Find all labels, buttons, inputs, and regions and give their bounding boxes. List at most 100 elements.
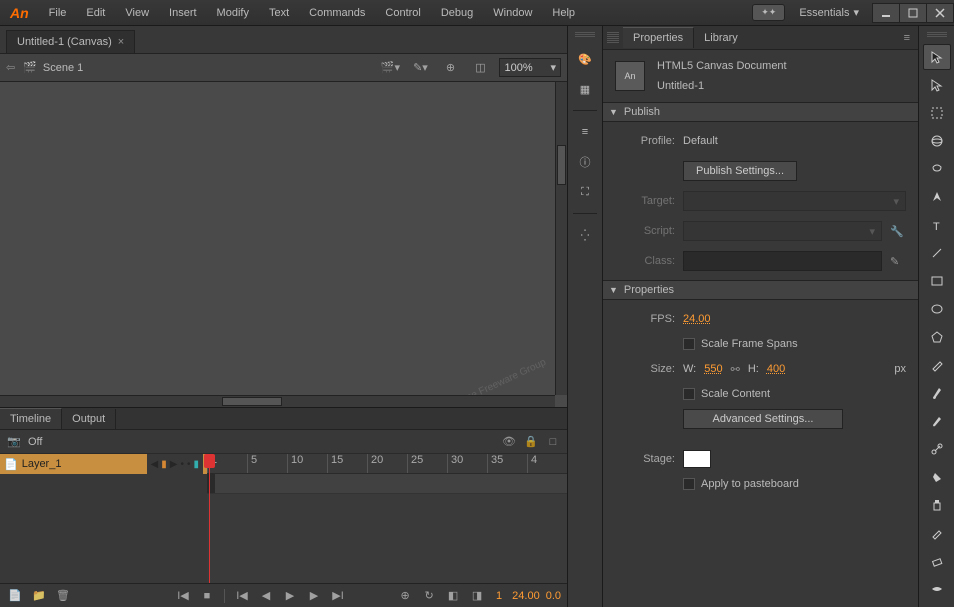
clip-content-icon[interactable]: ◫ <box>469 58 491 78</box>
play-icon[interactable]: ▶ <box>281 587 299 605</box>
chevron-down-icon[interactable]: ▾ <box>550 61 556 74</box>
menu-modify[interactable]: Modify <box>207 0 259 26</box>
next-frame-icon[interactable]: ▶ <box>305 587 323 605</box>
loop-icon[interactable]: ↻ <box>420 587 438 605</box>
center-stage-icon[interactable]: ⊕ <box>439 58 461 78</box>
delete-layer-icon[interactable]: 🗑 <box>54 587 72 605</box>
link-icon[interactable]: ⚯ <box>731 363 740 376</box>
scale-content-checkbox[interactable] <box>683 388 695 400</box>
layer-row[interactable]: 📄 Layer_1 ◀ ▮ ▶ • • ▮ <box>0 454 207 474</box>
lock-icon[interactable]: 🔒 <box>523 435 539 448</box>
swatches-panel-icon[interactable]: ▦ <box>571 76 599 102</box>
line-tool[interactable] <box>923 240 951 266</box>
scale-frame-spans-checkbox[interactable] <box>683 338 695 350</box>
frame-ruler[interactable]: 1 5 10 15 20 25 30 35 4 <box>207 454 567 474</box>
outline-icon[interactable]: □ <box>545 436 561 448</box>
onion-skin-icon[interactable]: ◧ <box>444 587 462 605</box>
prev-icon[interactable]: ◀ <box>151 459 159 470</box>
stage-color-swatch[interactable] <box>683 450 711 468</box>
info-panel-icon[interactable]: ⓘ <box>571 149 599 175</box>
paint-brush-tool[interactable] <box>923 408 951 434</box>
sync-button[interactable]: ✦✦ <box>752 4 785 21</box>
frame-grid[interactable]: 1s 1 5 10 15 20 25 30 35 4 <box>207 454 567 583</box>
last-frame-icon[interactable]: ▶I <box>329 587 347 605</box>
back-icon[interactable]: ⇦ <box>6 61 15 74</box>
ink-bottle-tool[interactable] <box>923 492 951 518</box>
stop-icon[interactable]: ■ <box>198 587 216 605</box>
advanced-settings-button[interactable]: Advanced Settings... <box>683 409 843 429</box>
text-tool[interactable]: T <box>923 212 951 238</box>
document-tab[interactable]: Untitled-1 (Canvas) × <box>6 30 135 53</box>
menu-insert[interactable]: Insert <box>159 0 207 26</box>
grip-icon[interactable] <box>575 32 595 38</box>
scene-crumb[interactable]: 🎬 Scene 1 <box>23 61 83 74</box>
oval-tool[interactable] <box>923 296 951 322</box>
frame-row[interactable] <box>207 474 567 494</box>
pencil-tool[interactable] <box>923 352 951 378</box>
menu-control[interactable]: Control <box>375 0 430 26</box>
minimize-button[interactable] <box>872 3 900 23</box>
fps-value[interactable]: 24.00 <box>683 313 711 325</box>
pen-tool[interactable] <box>923 184 951 210</box>
goto-first-icon[interactable]: I◀ <box>174 587 192 605</box>
dot-icon[interactable]: • <box>187 459 191 470</box>
next-icon[interactable]: ▶ <box>170 459 178 470</box>
playhead[interactable] <box>209 454 210 583</box>
menu-help[interactable]: Help <box>542 0 585 26</box>
edit-scene-icon[interactable]: 🎬▾ <box>379 58 401 78</box>
align-panel-icon[interactable]: ≡ <box>571 119 599 145</box>
maximize-button[interactable] <box>899 3 927 23</box>
scrollbar-horizontal[interactable] <box>0 395 555 407</box>
panel-menu-icon[interactable]: ≡ <box>896 32 918 44</box>
menu-debug[interactable]: Debug <box>431 0 483 26</box>
new-folder-icon[interactable]: 📁 <box>30 587 48 605</box>
tab-output[interactable]: Output <box>62 409 116 429</box>
selection-tool[interactable] <box>923 44 951 70</box>
fps-display[interactable]: 24.00 <box>512 590 540 602</box>
publish-settings-button[interactable]: Publish Settings... <box>683 161 797 181</box>
section-properties-header[interactable]: ▼ Properties <box>603 280 918 300</box>
height-value[interactable]: 400 <box>767 363 785 375</box>
scrollbar-vertical[interactable] <box>555 82 567 395</box>
outline-color-icon[interactable]: ▮ <box>193 459 199 470</box>
menu-window[interactable]: Window <box>483 0 542 26</box>
rectangle-tool[interactable] <box>923 268 951 294</box>
tab-properties[interactable]: Properties <box>623 27 694 48</box>
prev-frame-icon[interactable]: ◀ <box>257 587 275 605</box>
components-panel-icon[interactable]: ⁛ <box>571 222 599 248</box>
toggle-icon[interactable]: ▮ <box>161 459 167 470</box>
transform-panel-icon[interactable]: ⛶ <box>571 179 599 205</box>
polystar-tool[interactable] <box>923 324 951 350</box>
class-input[interactable] <box>683 251 882 271</box>
tab-library[interactable]: Library <box>694 28 748 48</box>
3d-rotation-tool[interactable] <box>923 128 951 154</box>
menu-view[interactable]: View <box>115 0 159 26</box>
layer-name[interactable]: Layer_1 <box>22 458 143 470</box>
apply-pasteboard-checkbox[interactable] <box>683 478 695 490</box>
grip-icon[interactable] <box>927 32 947 38</box>
new-layer-icon[interactable]: 📄 <box>6 587 24 605</box>
section-publish-header[interactable]: ▼ Publish <box>603 102 918 122</box>
stage-canvas[interactable]: AppNee Freeware Group <box>0 82 567 407</box>
eraser-tool[interactable] <box>923 548 951 574</box>
center-frame-icon[interactable]: ⊕ <box>396 587 414 605</box>
eye-icon[interactable]: 👁 <box>501 435 517 448</box>
color-panel-icon[interactable]: 🎨 <box>571 46 599 72</box>
free-transform-tool[interactable] <box>923 100 951 126</box>
edit-symbols-icon[interactable]: ✎▾ <box>409 58 431 78</box>
first-frame-icon[interactable]: I◀ <box>233 587 251 605</box>
edit-icon[interactable]: ✎ <box>890 255 906 268</box>
workspace-switcher[interactable]: Essentials ▾ <box>791 6 867 19</box>
menu-file[interactable]: File <box>39 0 77 26</box>
onion-outline-icon[interactable]: ◨ <box>468 587 486 605</box>
paint-bucket-tool[interactable] <box>923 464 951 490</box>
zoom-control[interactable]: ▾ <box>499 58 561 77</box>
bone-tool[interactable] <box>923 436 951 462</box>
width-value[interactable]: 550 <box>704 363 722 375</box>
wrench-icon[interactable]: 🔧 <box>890 225 906 238</box>
menu-text[interactable]: Text <box>259 0 299 26</box>
camera-icon[interactable]: 📷 <box>6 435 22 448</box>
zoom-input[interactable] <box>504 62 546 74</box>
current-frame[interactable]: 1 <box>492 590 506 602</box>
brush-tool[interactable] <box>923 380 951 406</box>
